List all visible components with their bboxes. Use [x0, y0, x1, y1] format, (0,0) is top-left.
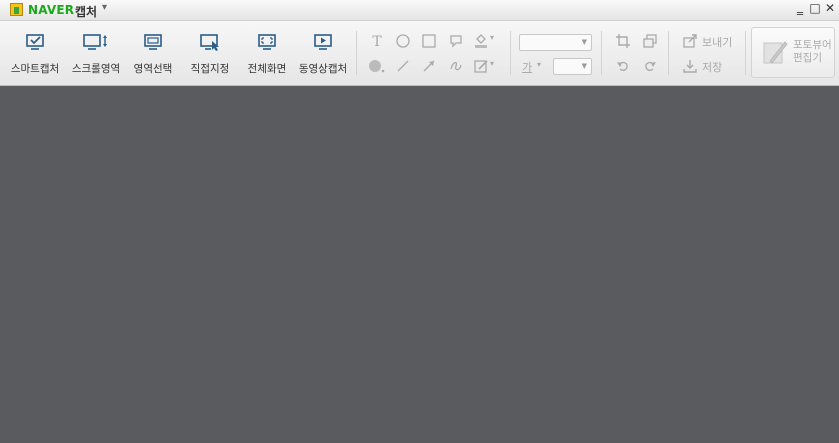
chevron-down-icon: ▼ — [581, 38, 587, 46]
fill-color-dropdown-icon: ▾ — [490, 33, 495, 42]
photo-viewer-editor-button[interactable]: 포토뷰어 편집기 — [751, 27, 835, 78]
toolbar-divider — [510, 31, 511, 75]
font-size-label[interactable]: 가 ▾ — [519, 58, 549, 76]
maximize-button[interactable]: □ — [808, 1, 822, 17]
scroll-capture-icon — [83, 34, 107, 50]
fill-color-tool[interactable]: ▾ — [473, 33, 499, 51]
title-bar: NAVER 캡처 ▾ ‗ □ ✕ — [0, 0, 839, 21]
arrow-tool[interactable] — [419, 58, 439, 76]
resize-button[interactable] — [640, 33, 660, 51]
smart-capture-icon — [26, 34, 44, 50]
fill-bucket-icon — [475, 34, 487, 48]
rectangle-tool[interactable] — [419, 33, 439, 51]
smart-capture-button[interactable]: 스마트캡처 — [8, 21, 62, 85]
video-capture-button[interactable]: 동영상캡처 — [296, 21, 350, 85]
toolbar-divider — [745, 31, 746, 75]
ellipse-tool[interactable] — [393, 33, 413, 51]
send-label: 보내기 — [702, 36, 733, 49]
pen-style-icon — [474, 60, 488, 73]
chevron-down-icon: ▼ — [581, 62, 587, 70]
manual-select-label: 직접지정 — [190, 63, 230, 75]
scroll-capture-button[interactable]: 스크롤영역 — [68, 21, 124, 85]
app-menu-dropdown-icon[interactable]: ▾ — [102, 2, 107, 13]
send-icon — [683, 34, 697, 48]
toolbar-divider — [668, 31, 669, 75]
pen-style-dropdown-icon: ▾ — [490, 59, 495, 68]
region-select-label: 영역선택 — [133, 63, 173, 75]
line-tool[interactable] — [393, 58, 413, 76]
speech-bubble-icon — [450, 35, 462, 48]
toolbar: 스마트캡처 스크롤영역 영역선택 직접지정 전체화면 동영상캡처 T ▾ ▾ ▼… — [0, 21, 839, 86]
line-icon — [397, 60, 409, 72]
undo-icon — [617, 61, 628, 71]
font-size-select[interactable]: ▼ — [553, 58, 592, 75]
save-icon — [683, 60, 697, 73]
naver-logo-icon — [10, 3, 23, 16]
arrow-icon — [423, 60, 435, 72]
resize-icon — [643, 34, 657, 48]
rectangle-icon — [422, 34, 436, 48]
text-size-dropdown-icon: ▾ — [537, 60, 542, 69]
video-capture-label: 동영상캡처 — [298, 63, 348, 75]
close-button[interactable]: ✕ — [823, 1, 837, 17]
redo-icon — [645, 61, 656, 71]
fullscreen-icon — [258, 34, 276, 50]
fullscreen-label: 전체화면 — [247, 63, 287, 75]
editor-label-line1: 포토뷰어 — [793, 39, 832, 51]
toolbar-divider — [601, 31, 602, 75]
crop-button[interactable] — [613, 33, 633, 51]
brush-icon — [763, 41, 788, 64]
number-stamp-tool[interactable] — [367, 58, 387, 76]
fullscreen-button[interactable]: 전체화면 — [242, 21, 292, 85]
editor-label-line2: 편집기 — [793, 52, 822, 64]
app-name: 캡처 — [75, 5, 98, 19]
manual-select-icon — [200, 34, 219, 51]
brand-name: NAVER — [28, 3, 75, 17]
scroll-capture-label: 스크롤영역 — [71, 63, 121, 75]
text-tool[interactable]: T — [367, 33, 387, 51]
save-label: 저장 — [702, 61, 723, 74]
manual-select-button[interactable]: 직접지정 — [186, 21, 234, 85]
freehand-tool[interactable] — [446, 58, 466, 76]
save-button[interactable]: 저장 — [680, 58, 736, 76]
freehand-icon — [450, 61, 462, 71]
minimize-button[interactable]: ‗ — [793, 1, 807, 17]
redo-button[interactable] — [640, 58, 660, 76]
region-select-icon — [144, 34, 162, 50]
pen-style-tool[interactable]: ▾ — [473, 58, 499, 76]
toolbar-divider — [356, 31, 357, 75]
font-family-select[interactable]: ▼ — [519, 34, 592, 51]
number-stamp-icon — [369, 60, 385, 73]
ellipse-icon — [396, 34, 410, 48]
text-size-label: 가 — [522, 61, 533, 74]
text-tool-icon: T — [372, 34, 382, 50]
speech-bubble-tool[interactable] — [446, 33, 466, 51]
capture-canvas[interactable] — [0, 86, 839, 443]
send-button[interactable]: 보내기 — [680, 33, 736, 51]
smart-capture-label: 스마트캡처 — [10, 63, 60, 75]
undo-button[interactable] — [613, 58, 633, 76]
crop-icon — [616, 34, 630, 48]
region-select-button[interactable]: 영역선택 — [130, 21, 176, 85]
video-capture-icon — [314, 34, 332, 50]
